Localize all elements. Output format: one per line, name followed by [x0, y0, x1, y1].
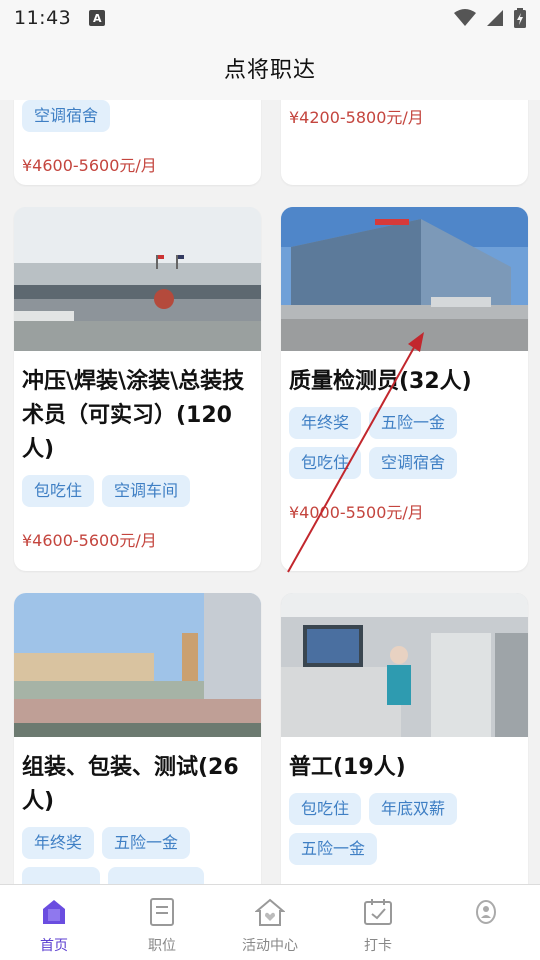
tag: 包吃住: [289, 447, 362, 479]
page-title: 点将职达: [223, 58, 316, 83]
job-card[interactable]: 冲压\焊装\涂装\总装技术员（可实习）(120人) 包吃住 空调车间 ¥4600…: [14, 207, 261, 571]
tab-label: 活动中心: [242, 938, 298, 954]
tab-checkin[interactable]: 打卡: [324, 885, 432, 960]
tab-activity[interactable]: 活动中心: [216, 885, 324, 960]
status-bar: 11:43 A: [0, 0, 540, 36]
tag: 包吃住: [289, 793, 362, 825]
salary: ¥4200-5800元/月: [289, 108, 424, 127]
tag-list: 空调宿舍: [22, 100, 253, 132]
job-title: 质量检测员(32人): [289, 369, 472, 394]
tag: 五险一金: [369, 407, 458, 439]
wifi-icon: [454, 9, 476, 26]
factory-photo: [281, 207, 528, 351]
job-card[interactable]: 普工(19人) 包吃住 年底双薪 五险一金: [281, 593, 528, 884]
tag-list: 年终奖 五险一金 包吃住 空调宿舍: [289, 407, 520, 479]
tag: 五险一金: [102, 827, 191, 859]
cellular-icon: [487, 10, 503, 26]
job-title: 组装、包装、测试(26人): [22, 755, 239, 814]
status-icons: [454, 8, 526, 28]
tab-label: 打卡: [364, 938, 392, 954]
factory-photo: [14, 593, 261, 737]
factory-photo: [14, 207, 261, 351]
tag: 年底双薪: [369, 793, 458, 825]
tab-mine[interactable]: [432, 885, 540, 960]
app-header: 点将职达: [0, 36, 540, 100]
tag: 包吃住: [22, 475, 95, 507]
tab-label: 职位: [148, 938, 176, 954]
tag: [22, 867, 100, 884]
battery-icon: [514, 8, 526, 28]
job-card[interactable]: ¥4200-5800元/月: [281, 100, 528, 185]
job-feed[interactable]: 空调宿舍 ¥4600-5600元/月 ¥4200-5800元/月 冲压\焊装\涂…: [0, 100, 540, 884]
bottom-tab-bar: 首页 职位 活动中心 打卡: [0, 884, 540, 960]
factory-photo: [281, 593, 528, 737]
job-card[interactable]: 空调宿舍 ¥4600-5600元/月: [14, 100, 261, 185]
tab-jobs[interactable]: 职位: [108, 885, 216, 960]
tag: 年终奖: [22, 827, 95, 859]
salary: ¥4000-5500元/月: [289, 503, 424, 522]
salary: ¥4600-5600元/月: [22, 531, 157, 550]
user-icon: [471, 897, 501, 927]
job-card[interactable]: 质量检测员(32人) 年终奖 五险一金 包吃住 空调宿舍 ¥4000-5500元…: [281, 207, 528, 571]
calendar-check-icon: [363, 897, 393, 927]
tag: [108, 867, 204, 884]
tag-list: 包吃住 空调车间: [22, 475, 253, 507]
tag: 空调车间: [102, 475, 191, 507]
tag: 五险一金: [289, 833, 378, 865]
tag: 空调宿舍: [369, 447, 458, 479]
job-title: 普工(19人): [289, 755, 406, 780]
house-heart-icon: [255, 897, 285, 927]
tab-home[interactable]: 首页: [0, 885, 108, 960]
job-card[interactable]: 组装、包装、测试(26人) 年终奖 五险一金: [14, 593, 261, 884]
tag: 空调宿舍: [22, 100, 111, 132]
salary: ¥4600-5600元/月: [22, 156, 157, 175]
status-time: 11:43: [14, 7, 72, 29]
home-icon: [39, 897, 69, 927]
tab-label: 首页: [40, 938, 68, 954]
tag: 年终奖: [289, 407, 362, 439]
tag-list: 年终奖 五险一金: [22, 827, 253, 884]
job-title: 冲压\焊装\涂装\总装技术员（可实习）(120人): [22, 369, 245, 462]
notification-a-icon: A: [89, 10, 106, 26]
tag-list: 包吃住 年底双薪 五险一金: [289, 793, 520, 865]
document-icon: [147, 897, 177, 927]
